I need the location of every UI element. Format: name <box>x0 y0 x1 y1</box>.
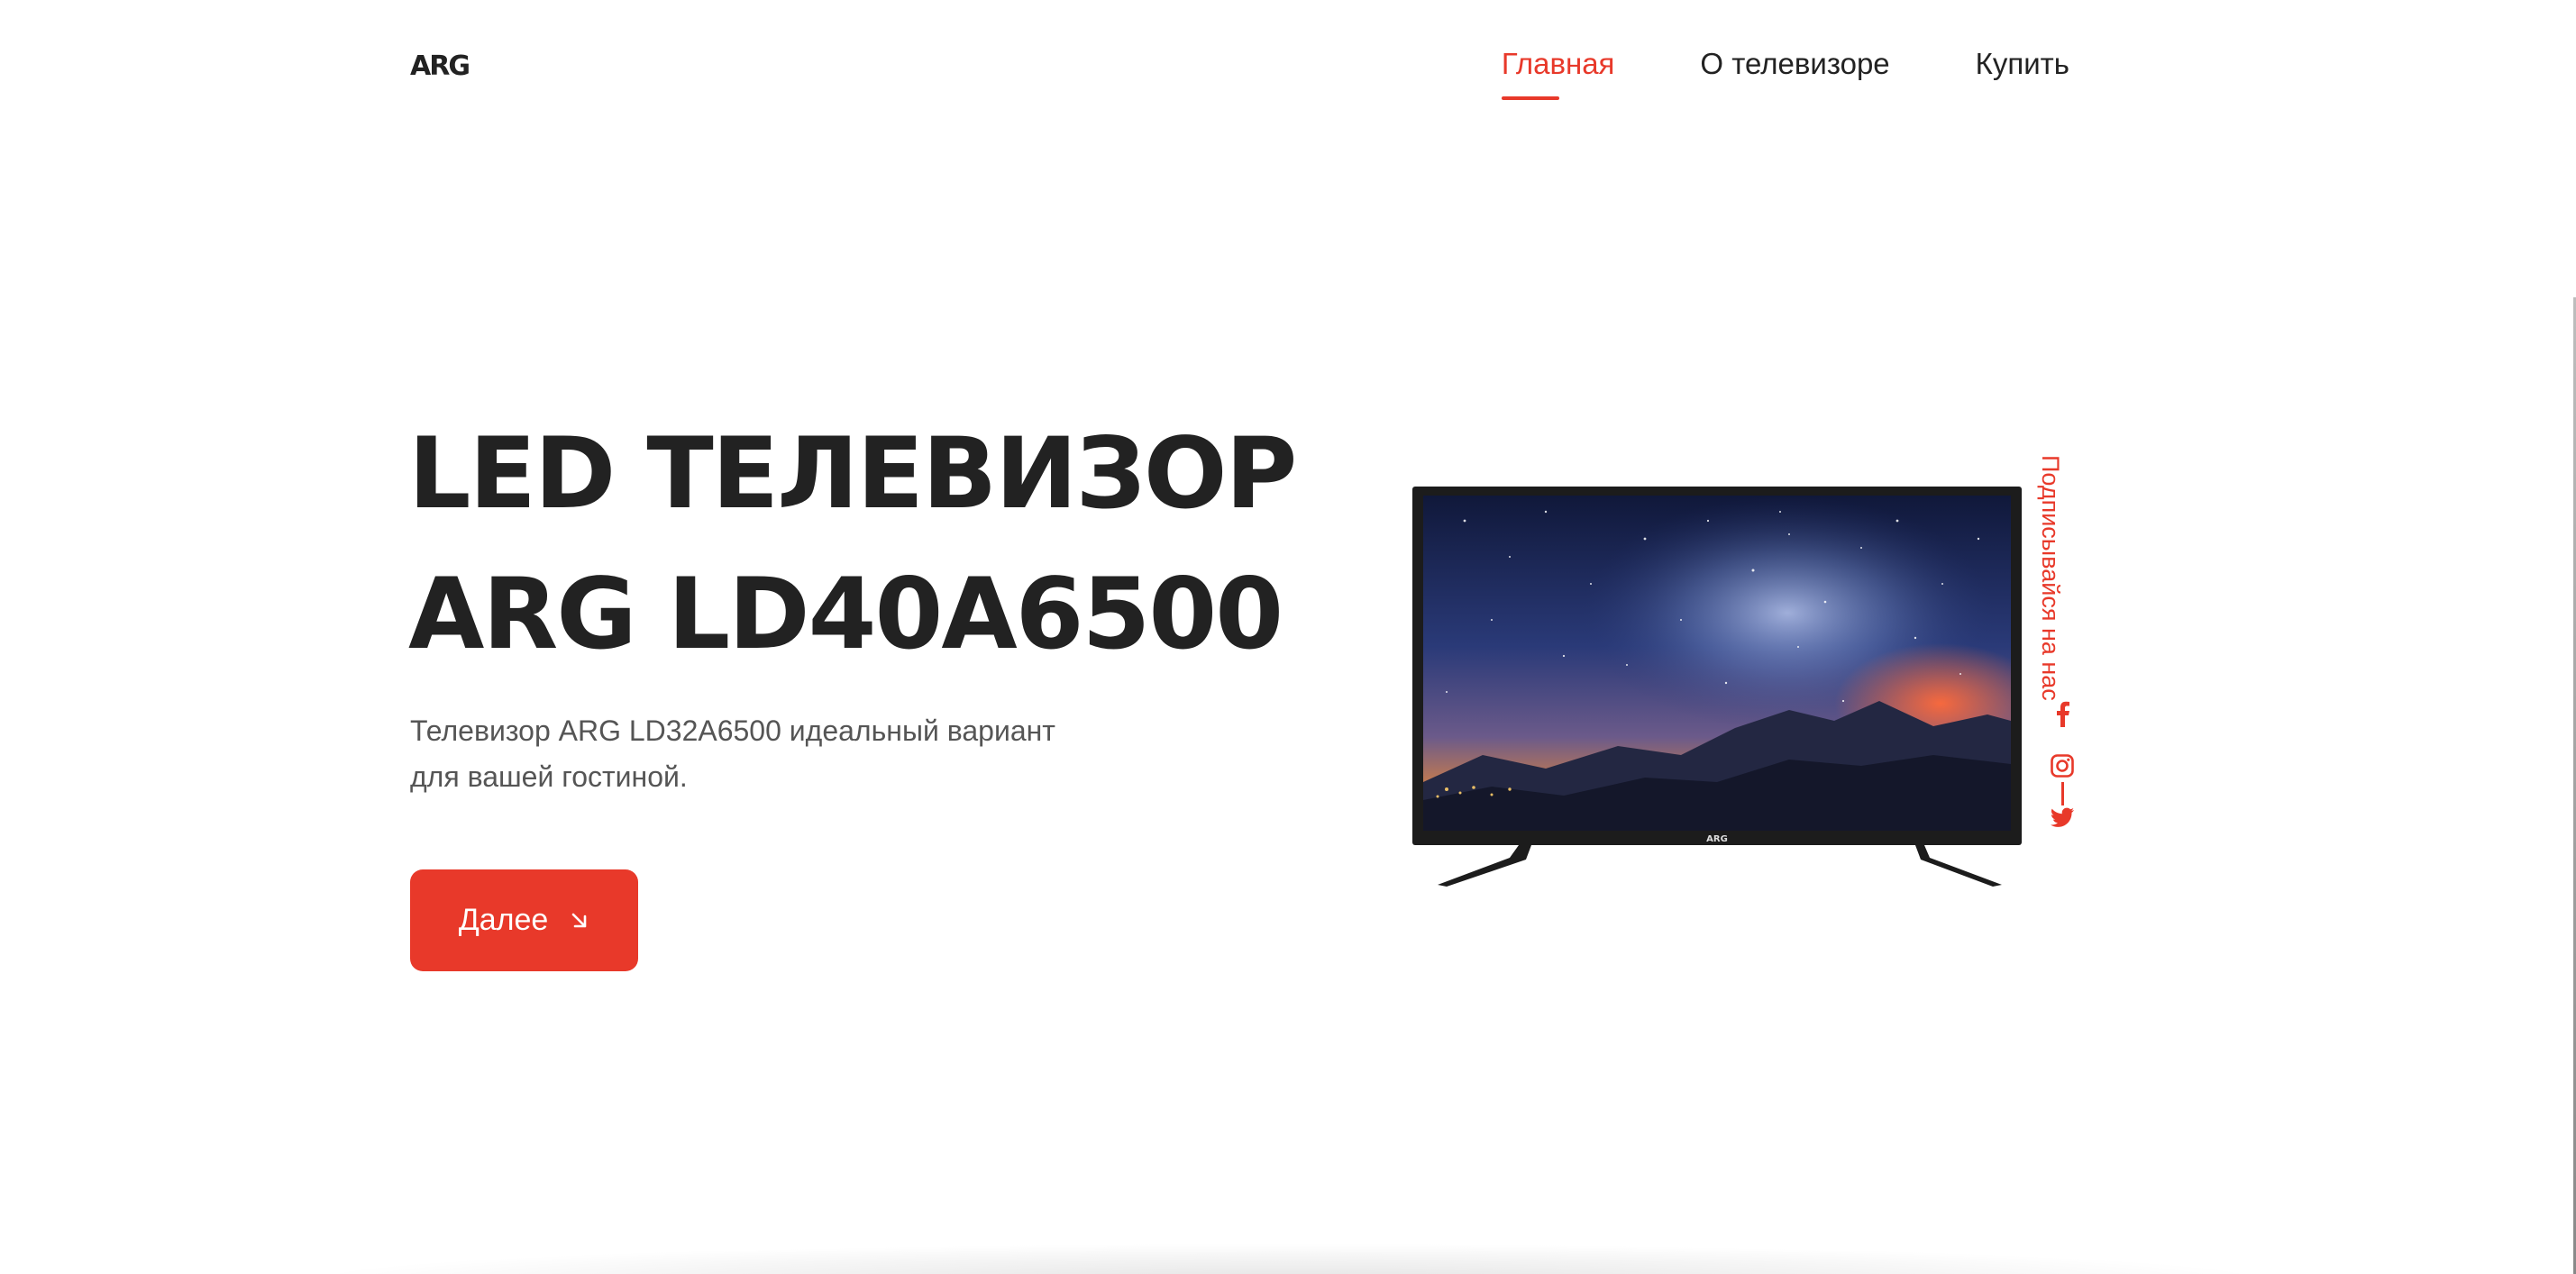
social-divider <box>2061 782 2064 805</box>
landing-page: ARG Главная О телевизоре Купить LED ТЕЛЕ… <box>0 0 2576 1274</box>
next-button-label: Далее <box>458 903 549 937</box>
hero-description: Телевизор ARG LD32A6500 идеальный вариан… <box>410 714 1055 793</box>
main-nav: Главная О телевизоре Купить <box>1501 47 2069 100</box>
logo[interactable]: ARG <box>410 50 470 82</box>
instagram-icon[interactable] <box>2048 751 2077 780</box>
hero-title: LED ТЕЛЕВИЗОР ARG LD40A6500 <box>408 404 1297 685</box>
next-button[interactable]: Далее <box>410 869 638 971</box>
tv-image: ARG <box>1412 487 2022 887</box>
facebook-icon[interactable] <box>2048 699 2077 728</box>
bottom-section-shadow <box>297 1243 2280 1274</box>
follow-us-label: Подписывайся на нас <box>2037 455 2064 701</box>
nav-item-buy[interactable]: Купить <box>1976 47 2069 81</box>
tv-brand-label: ARG <box>1706 834 1728 844</box>
arrow-down-right-icon <box>570 911 589 931</box>
twitter-icon[interactable] <box>2048 804 2077 833</box>
nav-item-about-tv[interactable]: О телевизоре <box>1700 47 1889 81</box>
nav-item-home[interactable]: Главная <box>1501 47 1614 100</box>
hero-title-line-2: ARG LD40A6500 <box>408 557 1283 671</box>
hero-title-line-1: LED ТЕЛЕВИЗОР <box>408 416 1297 531</box>
